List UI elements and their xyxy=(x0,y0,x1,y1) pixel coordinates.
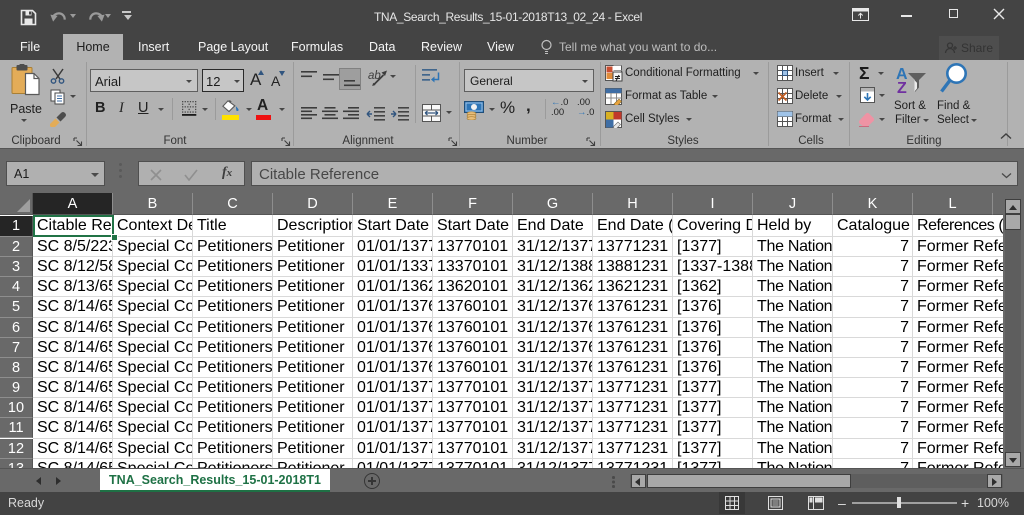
svg-text:Z: Z xyxy=(897,80,907,95)
